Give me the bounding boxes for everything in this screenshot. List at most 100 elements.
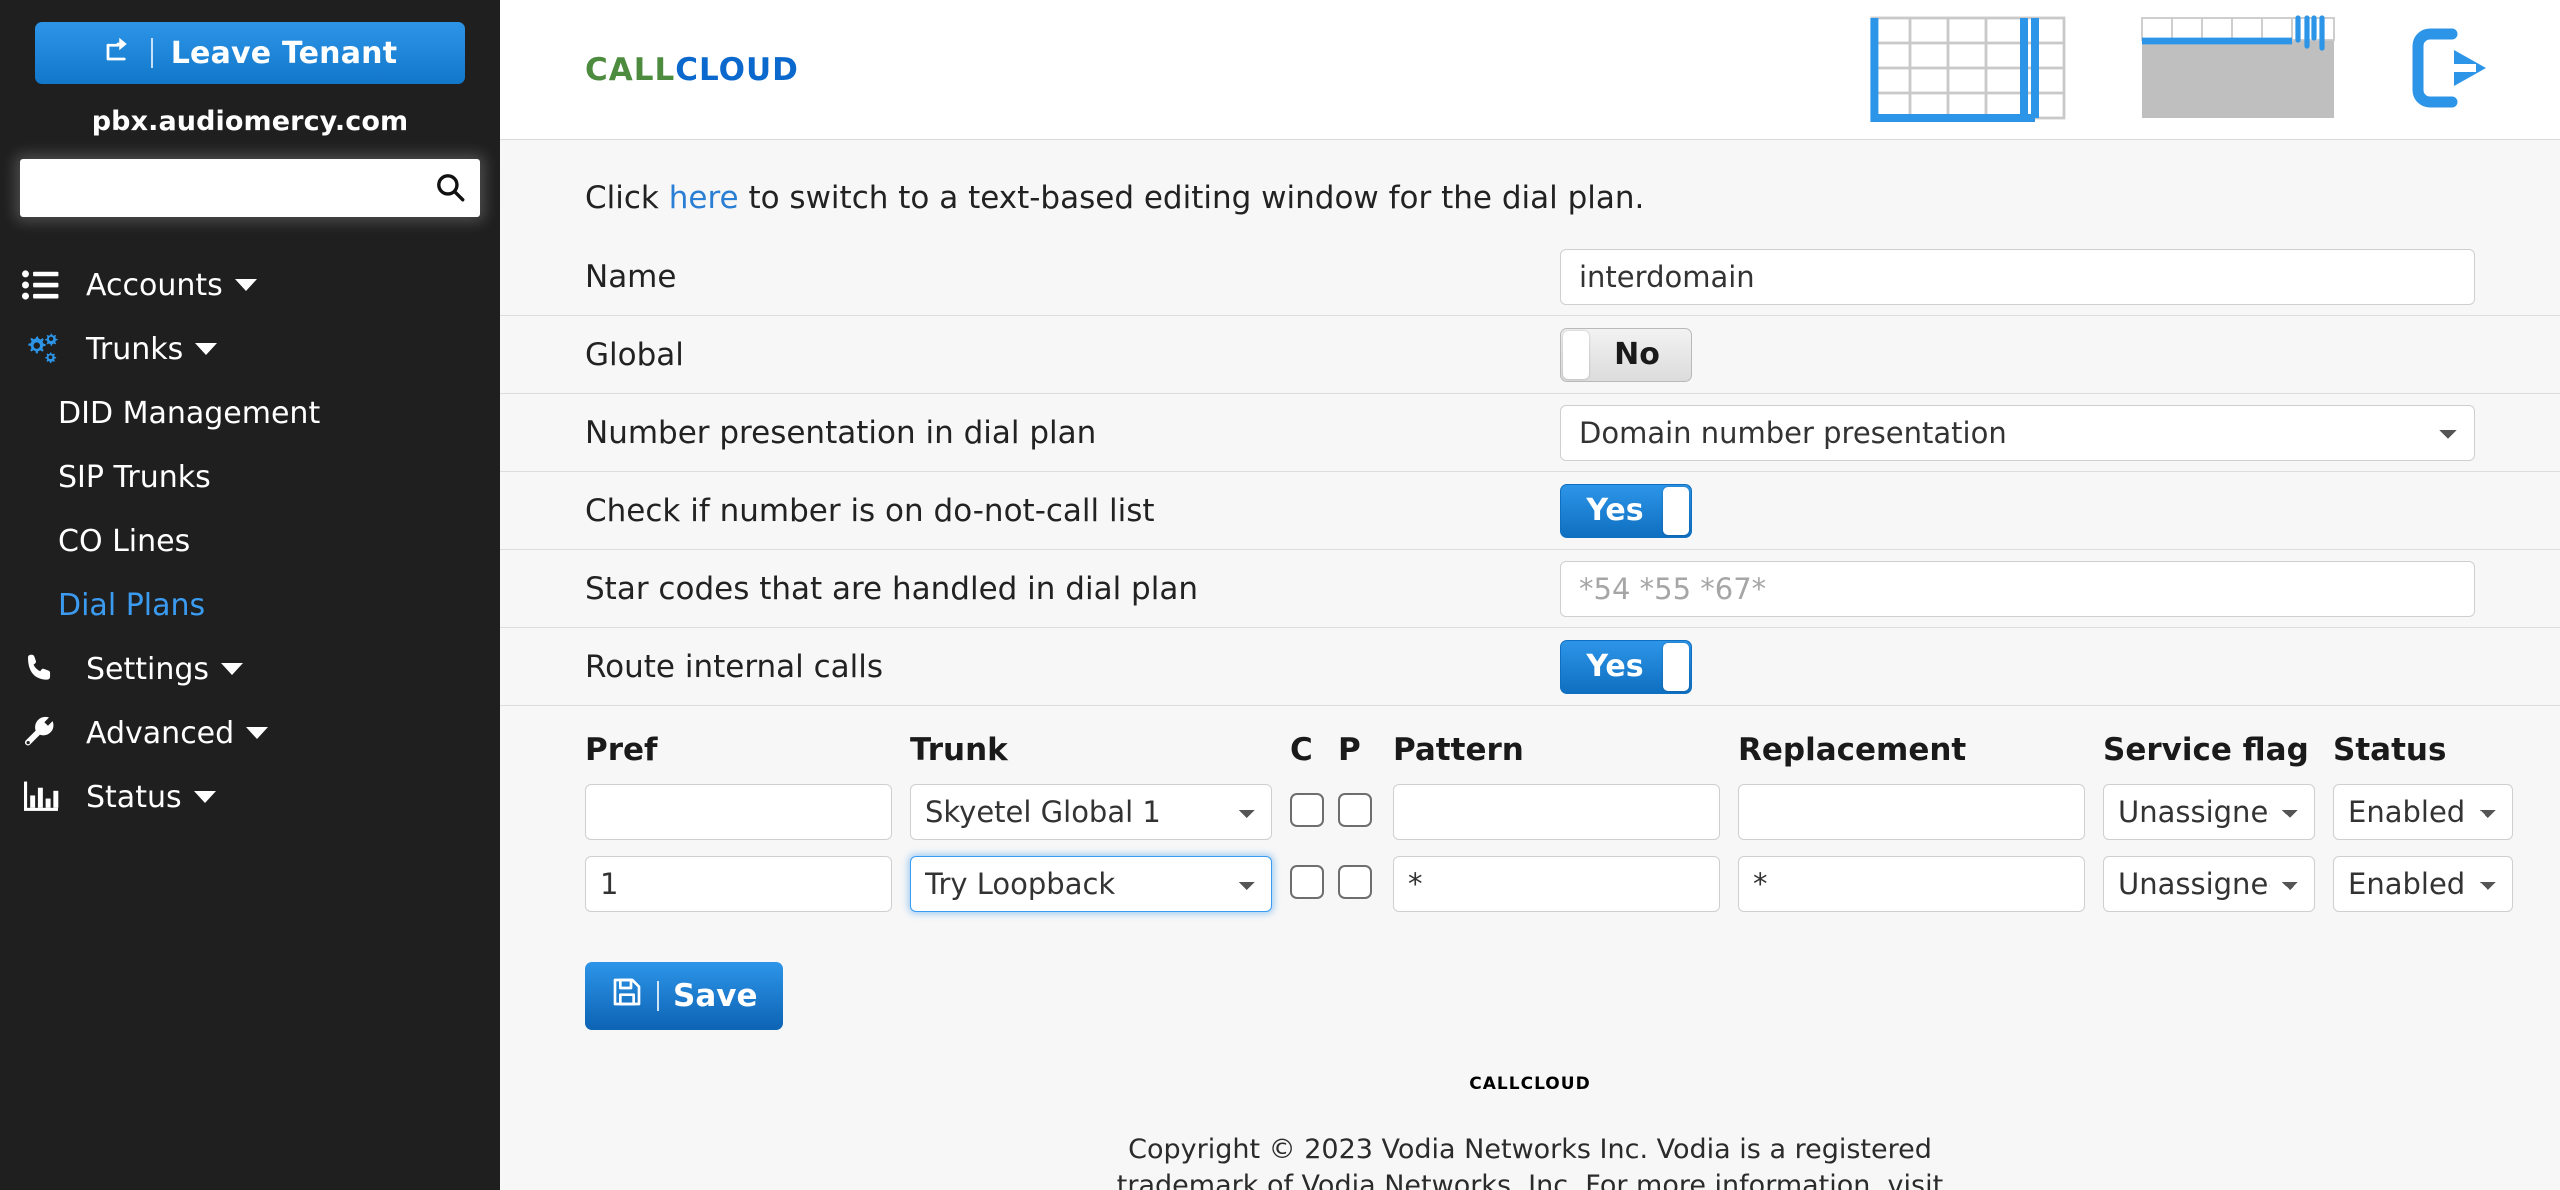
copyright-line-2: trademark of Vodia Networks, Inc. For mo… xyxy=(1116,1170,1944,1190)
leave-tenant-label: Leave Tenant xyxy=(170,35,398,71)
form-row-name: Name xyxy=(500,238,2560,316)
sidebar-item-label: Advanced xyxy=(86,715,235,751)
notice-suffix: to switch to a text-based editing window… xyxy=(738,180,1645,216)
row-p-checkbox[interactable] xyxy=(1338,793,1372,827)
row-replacement-input[interactable] xyxy=(1738,856,2085,912)
notice-prefix: Click xyxy=(585,180,669,216)
field-label: Star codes that are handled in dial plan xyxy=(585,570,1198,607)
row-replacement-input[interactable] xyxy=(1738,784,2085,840)
chevron-down-icon xyxy=(246,727,269,739)
search-box[interactable] xyxy=(20,159,480,217)
copyright-text: Copyright © 2023 Vodia Networks Inc. Vod… xyxy=(500,1132,2560,1190)
row-c-checkbox[interactable] xyxy=(1290,793,1324,827)
field-label: Name xyxy=(585,258,677,295)
button-divider xyxy=(657,981,659,1011)
form-row-do-not-call: Check if number is on do-not-call list Y… xyxy=(500,472,2560,550)
name-input[interactable] xyxy=(1560,248,2475,305)
field-label: Number presentation in dial plan xyxy=(585,414,1097,451)
sidebar-item-accounts[interactable]: Accounts xyxy=(0,253,500,317)
sidebar-item-sip-trunks[interactable]: SIP Trunks xyxy=(0,445,500,509)
search-input[interactable] xyxy=(20,159,420,217)
form-row-global: Global No xyxy=(500,316,2560,394)
footer-brand-call: CALL xyxy=(1469,1074,1521,1094)
dial-plan-table: Pref Trunk C P Pattern Replacement Servi… xyxy=(500,706,2560,912)
sidebar-item-label: DID Management xyxy=(58,395,321,431)
text-editor-notice: Click here to switch to a text-based edi… xyxy=(500,140,2560,216)
row-service-flag-select[interactable]: Unassigned xyxy=(2103,784,2315,840)
row-trunk-select[interactable]: Try Loopback xyxy=(910,856,1272,912)
search-icon xyxy=(433,170,467,207)
row-status-select[interactable]: Enabled xyxy=(2333,784,2513,840)
field-label: Check if number is on do-not-call list xyxy=(585,492,1155,529)
row-pref-input[interactable] xyxy=(585,856,892,912)
table-grid-icon[interactable] xyxy=(1868,14,2068,126)
route-internal-toggle[interactable]: Yes xyxy=(1560,639,1692,694)
topbar-icons xyxy=(1868,14,2500,126)
column-header-p: P xyxy=(1338,732,1361,768)
column-header-trunk: Trunk xyxy=(910,732,1008,768)
app-root: Leave Tenant pbx.audiomercy.com Accounts… xyxy=(0,0,2560,1190)
field-label: Global xyxy=(585,336,684,373)
toggle-label: No xyxy=(1614,337,1660,372)
search-button[interactable] xyxy=(420,159,480,217)
chevron-down-icon xyxy=(193,791,216,803)
brand-logo: CALLCLOUD xyxy=(585,52,799,88)
sidebar-item-label: Status xyxy=(86,779,182,815)
settings-form: Name Global No Number presenta xyxy=(500,238,2560,706)
table-row: Skyetel Global 1 Unassigned Enabled xyxy=(585,784,2513,840)
logout-icon[interactable] xyxy=(2408,24,2500,116)
floppy-disk-icon xyxy=(611,976,643,1016)
save-button[interactable]: Save xyxy=(585,962,784,1030)
column-header-pref: Pref xyxy=(585,732,658,768)
sidebar-item-settings[interactable]: Settings xyxy=(0,637,500,701)
gears-icon xyxy=(22,332,80,366)
text-editor-link[interactable]: here xyxy=(669,180,739,216)
row-p-checkbox[interactable] xyxy=(1338,865,1372,899)
global-toggle[interactable]: No xyxy=(1560,327,1692,382)
panel-layout-icon[interactable] xyxy=(2138,14,2338,126)
row-service-flag-select[interactable]: Unassigned xyxy=(2103,856,2315,912)
save-label: Save xyxy=(673,978,758,1014)
sidebar-item-label: Trunks xyxy=(86,331,184,367)
row-pref-input[interactable] xyxy=(585,784,892,840)
sidebar-item-trunks[interactable]: Trunks xyxy=(0,317,500,381)
column-header-pattern: Pattern xyxy=(1393,732,1524,768)
bar-chart-icon xyxy=(22,780,80,814)
sidebar: Leave Tenant pbx.audiomercy.com Accounts… xyxy=(0,0,500,1190)
tenant-host: pbx.audiomercy.com xyxy=(91,106,409,137)
topbar: CALLCLOUD xyxy=(500,0,2560,140)
row-c-checkbox[interactable] xyxy=(1290,865,1324,899)
form-row-star-codes: Star codes that are handled in dial plan xyxy=(500,550,2560,628)
star-codes-input[interactable] xyxy=(1560,560,2475,617)
button-divider xyxy=(150,38,153,68)
main-area: CALLCLOUD Click here to switch to a text… xyxy=(500,0,2560,1190)
table-row: Try Loopback Unassigned xyxy=(585,856,2513,912)
row-status-select[interactable]: Enabled xyxy=(2333,856,2513,912)
row-trunk-select[interactable]: Skyetel Global 1 xyxy=(910,784,1272,840)
form-row-route-internal: Route internal calls Yes xyxy=(500,628,2560,706)
row-pattern-input[interactable] xyxy=(1393,784,1720,840)
list-icon xyxy=(22,269,80,301)
column-header-replacement: Replacement xyxy=(1738,732,1967,768)
sidebar-nav: Accounts Trunks DID Management SIP Trunk… xyxy=(0,253,500,829)
footer: CALLCLOUD Copyright © 2023 Vodia Network… xyxy=(500,1030,2560,1190)
sidebar-item-dial-plans[interactable]: Dial Plans xyxy=(0,573,500,637)
sidebar-item-status[interactable]: Status xyxy=(0,765,500,829)
sidebar-item-label: Dial Plans xyxy=(58,587,206,623)
sidebar-item-label: SIP Trunks xyxy=(58,459,211,495)
chevron-down-icon xyxy=(221,663,244,675)
sidebar-item-did-management[interactable]: DID Management xyxy=(0,381,500,445)
brand-call: CALL xyxy=(585,51,676,88)
chevron-down-icon xyxy=(195,343,218,355)
sidebar-item-co-lines[interactable]: CO Lines xyxy=(0,509,500,573)
row-pattern-input[interactable] xyxy=(1393,856,1720,912)
share-out-icon xyxy=(103,34,133,72)
sidebar-item-label: CO Lines xyxy=(58,523,191,559)
number-presentation-select[interactable]: Domain number presentation xyxy=(1560,404,2475,461)
sidebar-item-advanced[interactable]: Advanced xyxy=(0,701,500,765)
field-label: Route internal calls xyxy=(585,648,884,685)
content: Click here to switch to a text-based edi… xyxy=(500,140,2560,1190)
leave-tenant-button[interactable]: Leave Tenant xyxy=(35,22,465,84)
table-header-row: Pref Trunk C P Pattern Replacement Servi… xyxy=(585,732,2475,768)
do-not-call-toggle[interactable]: Yes xyxy=(1560,483,1692,538)
